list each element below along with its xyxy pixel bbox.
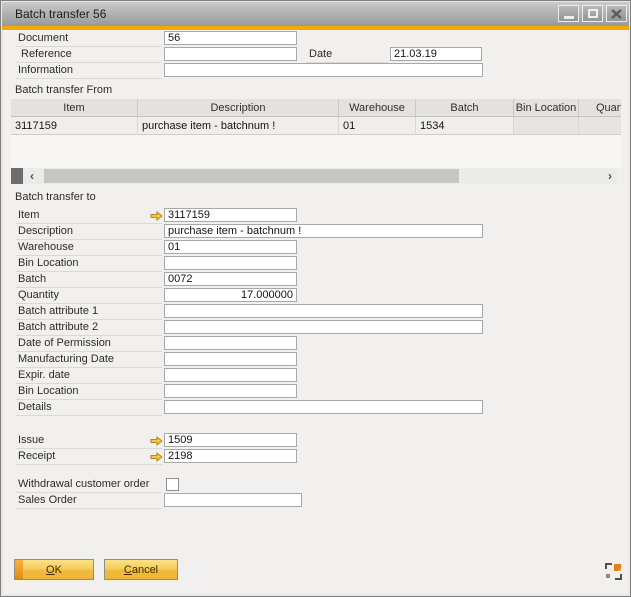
- expir-date-field[interactable]: [164, 368, 297, 382]
- resize-grip-icon[interactable]: [605, 563, 622, 580]
- close-button[interactable]: [606, 5, 627, 22]
- ok-button[interactable]: OK: [14, 559, 94, 580]
- horizontal-scrollbar[interactable]: ‹ ›: [11, 168, 617, 184]
- accent-bar: [2, 26, 629, 30]
- date-of-permission-label: Date of Permission: [15, 336, 162, 352]
- receipt-label: Receipt: [15, 449, 162, 465]
- batch-field[interactable]: 0072: [164, 272, 297, 286]
- link-arrow-icon[interactable]: [150, 211, 163, 221]
- col-header-description[interactable]: Description: [138, 99, 339, 117]
- col-header-item[interactable]: Item: [11, 99, 138, 117]
- cell-item[interactable]: 3117159: [11, 117, 138, 135]
- cell-warehouse[interactable]: 01: [339, 117, 416, 135]
- bin-location-field[interactable]: [164, 256, 297, 270]
- col-header-bin-location[interactable]: Bin Location: [514, 99, 579, 117]
- from-table-header-row: Item Description Warehouse Batch Bin Loc…: [11, 99, 621, 117]
- scrollbar-corner-block: [11, 168, 23, 184]
- batch-label: Batch: [15, 272, 162, 288]
- document-label: Document: [15, 31, 162, 47]
- receipt-field[interactable]: 2198: [164, 449, 297, 463]
- cell-quantity[interactable]: [579, 117, 621, 135]
- minimize-icon: [564, 16, 574, 19]
- col-header-quantity[interactable]: Quantity: [579, 99, 621, 117]
- batch-attribute-1-field[interactable]: [164, 304, 483, 318]
- details-field[interactable]: [164, 400, 483, 414]
- close-icon: [611, 9, 622, 19]
- sales-order-field[interactable]: [164, 493, 302, 507]
- batch-attribute-2-label: Batch attribute 2: [15, 320, 162, 336]
- window-controls: [558, 5, 627, 22]
- window-title: Batch transfer 56: [15, 2, 106, 26]
- expir-date-label: Expir. date: [15, 368, 162, 384]
- manufacturing-date-field[interactable]: [164, 352, 297, 366]
- reference-field[interactable]: [164, 47, 297, 61]
- date-of-permission-field[interactable]: [164, 336, 297, 350]
- ok-default-strip: [15, 560, 23, 579]
- from-table: Item Description Warehouse Batch Bin Loc…: [11, 99, 621, 135]
- sales-order-label: Sales Order: [15, 493, 162, 509]
- item-label: Item: [15, 208, 162, 224]
- issue-field[interactable]: 1509: [164, 433, 297, 447]
- cancel-button[interactable]: Cancel: [104, 559, 178, 580]
- maximize-icon: [588, 9, 598, 18]
- link-arrow-icon[interactable]: [150, 436, 163, 446]
- description-field[interactable]: purchase item - batchnum !: [164, 224, 483, 238]
- maximize-button[interactable]: [582, 5, 603, 22]
- titlebar[interactable]: Batch transfer 56: [2, 2, 629, 26]
- description-label: Description: [15, 224, 162, 240]
- cell-batch[interactable]: 1534: [416, 117, 514, 135]
- information-label: Information: [15, 63, 162, 79]
- scroll-left-icon[interactable]: ‹: [25, 168, 39, 184]
- col-header-warehouse[interactable]: Warehouse: [339, 99, 416, 117]
- link-arrow-icon[interactable]: [150, 452, 163, 462]
- date-field[interactable]: 21.03.19: [390, 47, 482, 61]
- quantity-field[interactable]: 17.000000: [164, 288, 297, 302]
- cell-bin-location[interactable]: [514, 117, 579, 135]
- manufacturing-date-label: Manufacturing Date: [15, 352, 162, 368]
- batch-attribute-2-field[interactable]: [164, 320, 483, 334]
- from-section-title: Batch transfer From: [15, 83, 112, 98]
- to-section-title: Batch transfer to: [15, 190, 96, 205]
- date-label: Date: [306, 47, 388, 63]
- bin-location-2-field[interactable]: [164, 384, 297, 398]
- reference-label: Reference: [15, 47, 162, 63]
- information-field[interactable]: [164, 63, 483, 77]
- batch-attribute-1-label: Batch attribute 1: [15, 304, 162, 320]
- issue-label: Issue: [15, 433, 162, 449]
- bin-location-label: Bin Location: [15, 256, 162, 272]
- bin-location-2-label: Bin Location: [15, 384, 162, 400]
- document-field[interactable]: 56: [164, 31, 297, 45]
- cell-description[interactable]: purchase item - batchnum !: [138, 117, 339, 135]
- minimize-button[interactable]: [558, 5, 579, 22]
- from-table-empty-area: [11, 135, 621, 168]
- warehouse-label: Warehouse: [15, 240, 162, 256]
- col-header-batch[interactable]: Batch: [416, 99, 514, 117]
- scrollbar-thumb[interactable]: [44, 169, 459, 183]
- batch-transfer-window: Batch transfer 56 Document 56 Reference …: [0, 0, 631, 597]
- quantity-label: Quantity: [15, 288, 162, 304]
- withdrawal-label: Withdrawal customer order: [15, 477, 162, 493]
- item-field[interactable]: 3117159: [164, 208, 297, 222]
- scroll-right-icon[interactable]: ›: [603, 168, 617, 184]
- warehouse-field[interactable]: 01: [164, 240, 297, 254]
- withdrawal-checkbox[interactable]: [166, 478, 179, 491]
- details-label: Details: [15, 400, 162, 416]
- from-table-row: 3117159 purchase item - batchnum ! 01 15…: [11, 117, 621, 135]
